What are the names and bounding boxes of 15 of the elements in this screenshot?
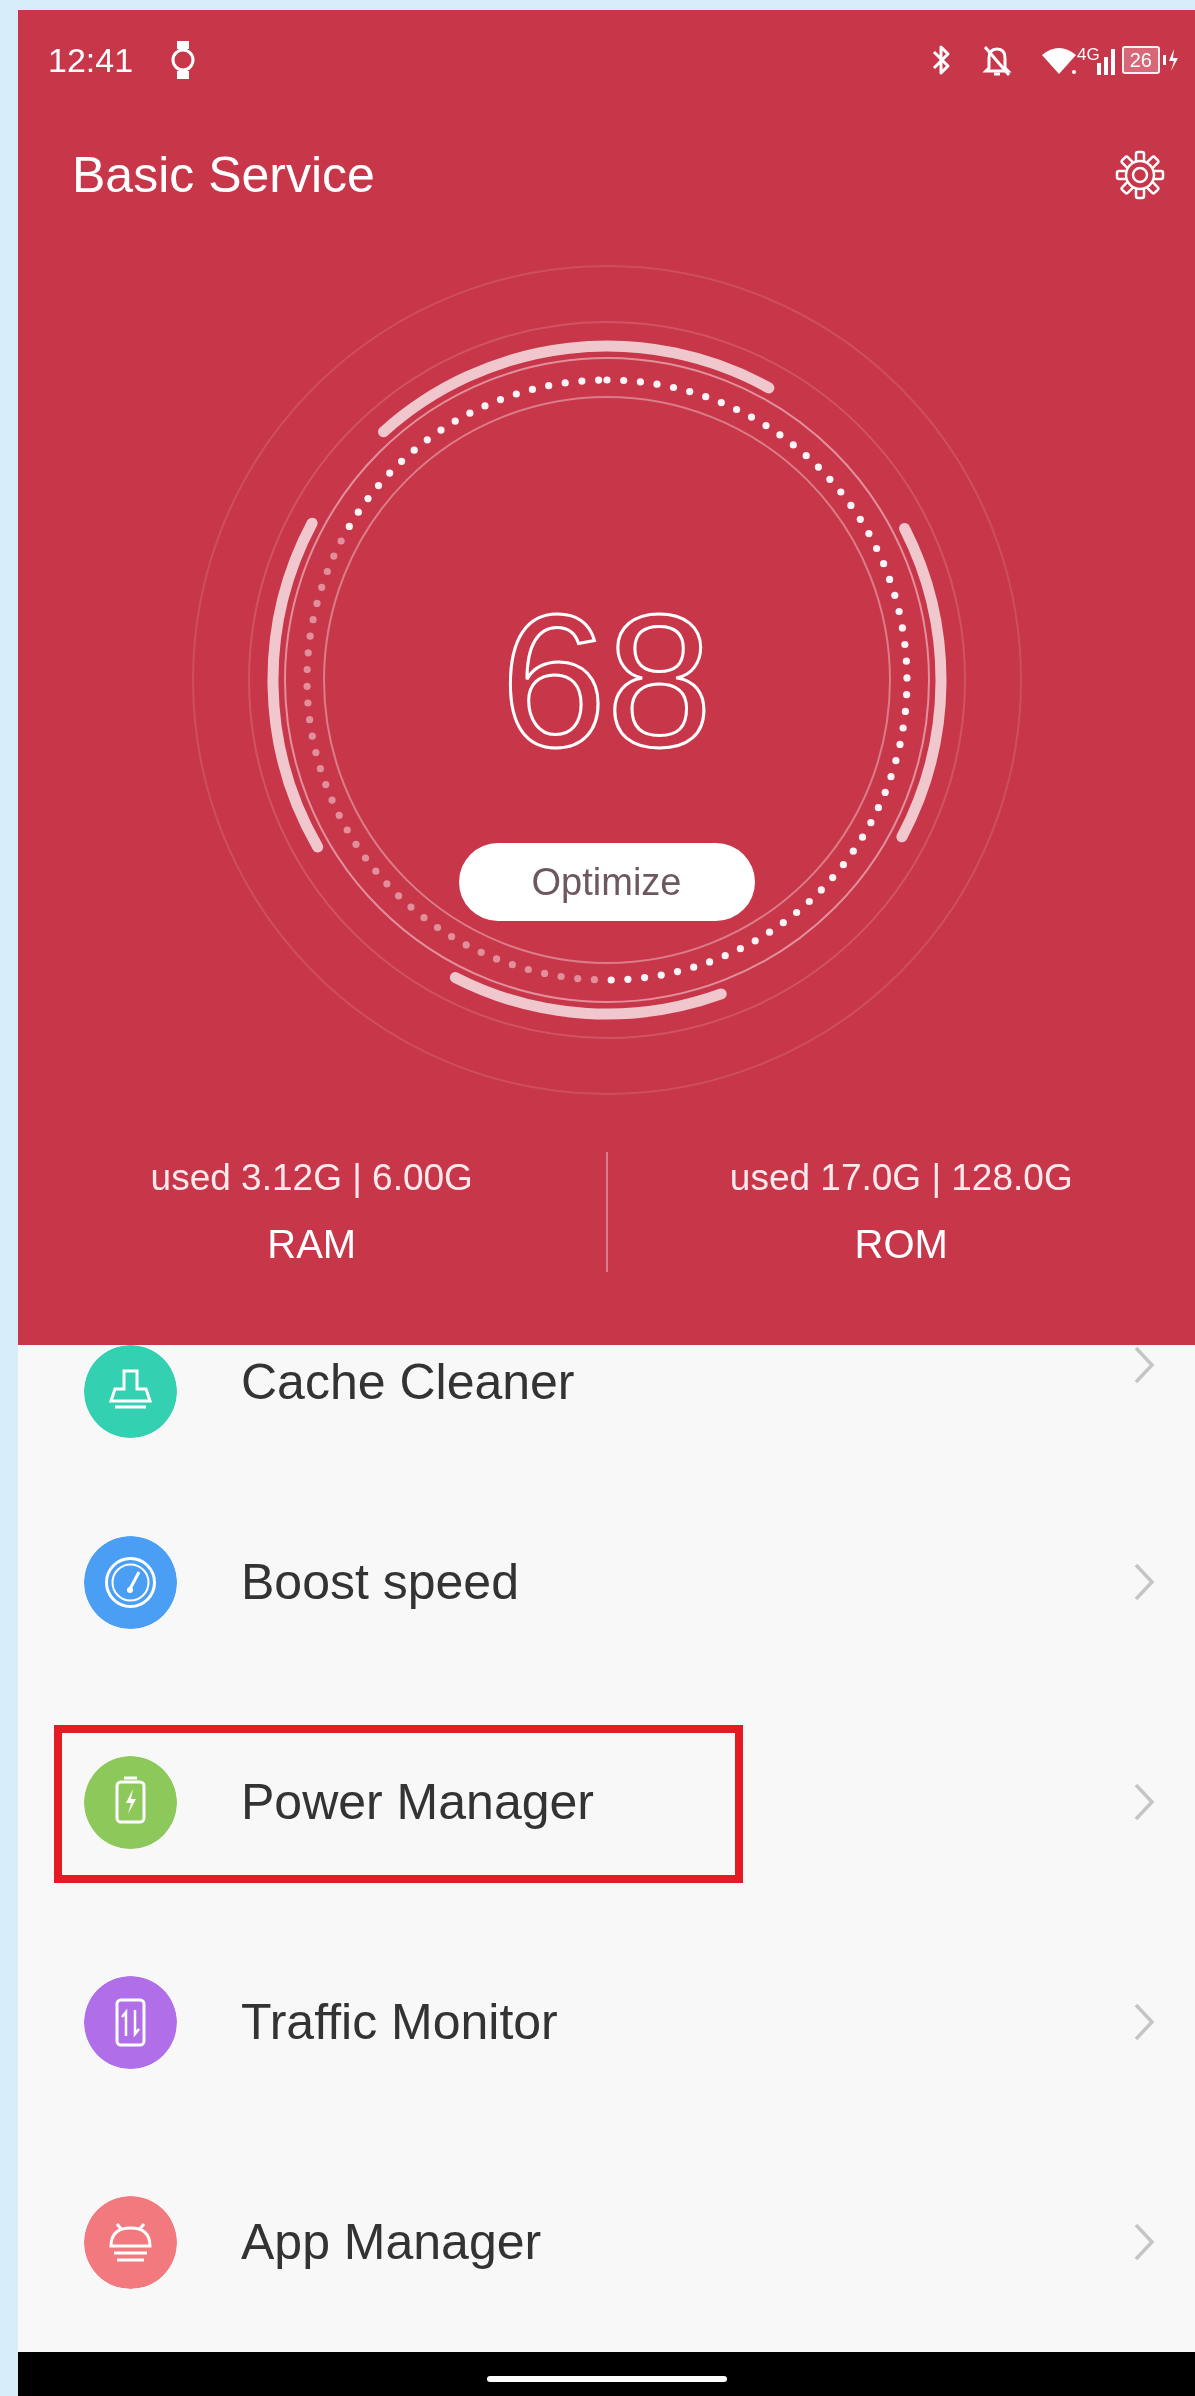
network-type: 4G	[1077, 46, 1100, 63]
tool-list-item[interactable]: Traffic Monitor	[18, 1912, 1195, 2132]
memory-label: ROM	[853, 1220, 949, 1268]
memory-usage: used 3.12G | 6.00G	[149, 1156, 474, 1200]
tool-list-item[interactable]: App Manager	[18, 2132, 1195, 2352]
memory-label: RAM	[266, 1220, 358, 1268]
optimize-button[interactable]: Optimize	[458, 843, 755, 921]
screen-title: Basic Service	[72, 145, 375, 205]
battery-level: 26	[1121, 46, 1160, 74]
tool-list-item[interactable]: Cache Cleaner	[18, 1345, 1195, 1472]
tool-list-item[interactable]: Boost speed	[18, 1472, 1195, 1692]
clock-time: 12:41	[48, 39, 134, 81]
tool-list-item[interactable]: Power Manager	[18, 1692, 1195, 1912]
memory-usage: used 17.0G | 128.0G	[728, 1156, 1074, 1200]
score-value: 68	[500, 585, 713, 775]
